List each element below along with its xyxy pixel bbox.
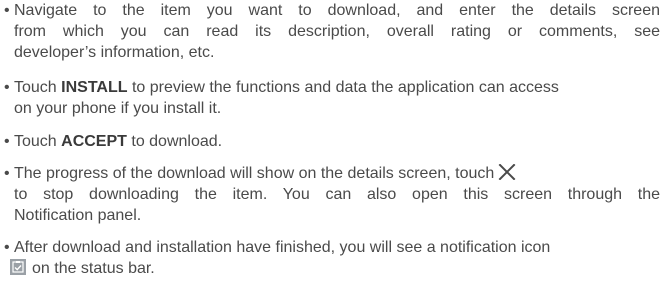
item-4-line-2: to stop downloading the item. You can al… <box>14 186 660 203</box>
item-4-line-3: Notification panel. <box>14 207 142 224</box>
bullet: • <box>4 133 10 150</box>
item-2-suffix: to preview the functions and data the ap… <box>127 79 559 96</box>
list-item-install: • Touch INSTALL to preview the functions… <box>4 77 664 119</box>
bullet: • <box>4 165 10 182</box>
list-item-accept: • Touch ACCEPT to download. <box>4 131 664 152</box>
bullet: • <box>4 2 10 19</box>
list-item-progress: • The progress of the download will show… <box>4 163 664 226</box>
accept-keyword: ACCEPT <box>61 133 127 150</box>
item-1-line-2: from which you can read its description,… <box>14 23 660 40</box>
item-2-prefix: Touch <box>14 79 62 96</box>
instructions-list: • Navigate to the item you want to downl… <box>0 0 668 279</box>
close-x-icon <box>498 163 516 181</box>
item-3-prefix: Touch <box>14 133 62 150</box>
item-1-line-3: developer’s information, etc. <box>14 44 215 61</box>
list-item-finished: • After download and installation have f… <box>4 237 664 279</box>
item-2-line-1: Touch INSTALL to preview the functions a… <box>14 77 664 98</box>
item-2-line-2: on your phone if you install it. <box>14 100 222 117</box>
item-3-line-1: Touch ACCEPT to download. <box>14 131 664 152</box>
item-5-line-2: on the status bar. <box>10 258 664 279</box>
item-4-line-1-text: The progress of the download will show o… <box>14 165 495 182</box>
item-1-line-1: Navigate to the item you want to downloa… <box>14 2 660 19</box>
item-3-suffix: to download. <box>126 133 223 150</box>
bullet: • <box>4 239 10 256</box>
item-4-line-1: The progress of the download will show o… <box>14 163 664 184</box>
bullet: • <box>4 79 10 96</box>
item-5-line-1: After download and installation have fin… <box>14 239 551 256</box>
item-5-line-2-text: on the status bar. <box>32 260 155 277</box>
list-item-navigate: • Navigate to the item you want to downl… <box>4 0 664 63</box>
download-complete-notification-icon <box>10 259 26 275</box>
install-keyword: INSTALL <box>61 79 128 96</box>
